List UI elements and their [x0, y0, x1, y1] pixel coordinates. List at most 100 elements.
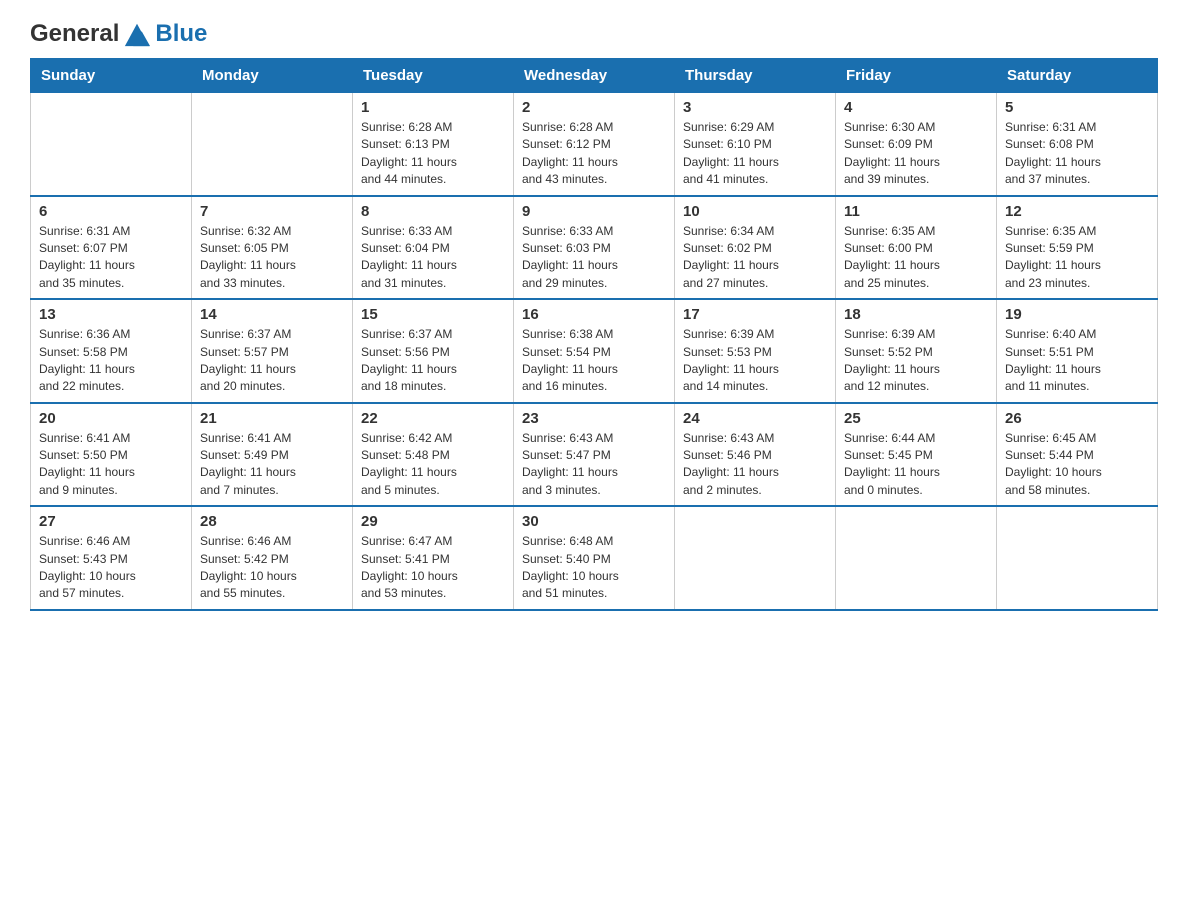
- calendar-cell: 23 Sunrise: 6:43 AM Sunset: 5:47 PM Dayli…: [514, 403, 675, 507]
- day-info: Sunrise: 6:40 AM Sunset: 5:51 PM Dayligh…: [1005, 326, 1149, 396]
- day-info: Sunrise: 6:45 AM Sunset: 5:44 PM Dayligh…: [1005, 430, 1149, 500]
- day-info: Sunrise: 6:33 AM Sunset: 6:03 PM Dayligh…: [522, 223, 666, 293]
- day-info: Sunrise: 6:41 AM Sunset: 5:49 PM Dayligh…: [200, 430, 344, 500]
- calendar-cell: 1Sunrise: 6:28 AM Sunset: 6:13 PM Daylig…: [353, 93, 514, 196]
- calendar-cell: [836, 506, 997, 610]
- logo-icon: [123, 20, 151, 48]
- day-info: Sunrise: 6:34 AM Sunset: 6:02 PM Dayligh…: [683, 223, 827, 293]
- day-number: 7: [200, 203, 344, 220]
- day-info: Sunrise: 6:36 AM Sunset: 5:58 PM Dayligh…: [39, 326, 183, 396]
- calendar-cell: 18Sunrise: 6:39 AM Sunset: 5:52 PM Dayli…: [836, 299, 997, 403]
- calendar-cell: [31, 93, 192, 196]
- calendar-week-row: 6 Sunrise: 6:31 AM Sunset: 6:07 PM Daylig…: [31, 196, 1158, 300]
- day-number: 16: [522, 306, 666, 323]
- calendar-cell: 10Sunrise: 6:34 AM Sunset: 6:02 PM Dayli…: [675, 196, 836, 300]
- calendar-cell: 27 Sunrise: 6:46 AM Sunset: 5:43 PM Dayli…: [31, 506, 192, 610]
- calendar-cell: 22Sunrise: 6:42 AM Sunset: 5:48 PM Dayli…: [353, 403, 514, 507]
- day-number: 12: [1005, 203, 1149, 220]
- calendar-cell: 12 Sunrise: 6:35 AM Sunset: 5:59 PM Dayli…: [997, 196, 1158, 300]
- day-info: Sunrise: 6:31 AM Sunset: 6:07 PM Dayligh…: [39, 223, 183, 293]
- calendar-cell: [192, 93, 353, 196]
- day-info: Sunrise: 6:39 AM Sunset: 5:52 PM Dayligh…: [844, 326, 988, 396]
- day-info: Sunrise: 6:37 AM Sunset: 5:56 PM Dayligh…: [361, 326, 505, 396]
- calendar-cell: 17 Sunrise: 6:39 AM Sunset: 5:53 PM Dayli…: [675, 299, 836, 403]
- day-info: Sunrise: 6:30 AM Sunset: 6:09 PM Dayligh…: [844, 119, 988, 189]
- day-number: 3: [683, 99, 827, 116]
- calendar-table: SundayMondayTuesdayWednesdayThursdayFrid…: [30, 58, 1158, 611]
- logo: General Blue: [30, 20, 207, 48]
- day-info: Sunrise: 6:28 AM Sunset: 6:12 PM Dayligh…: [522, 119, 666, 189]
- day-info: Sunrise: 6:37 AM Sunset: 5:57 PM Dayligh…: [200, 326, 344, 396]
- day-info: Sunrise: 6:29 AM Sunset: 6:10 PM Dayligh…: [683, 119, 827, 189]
- day-info: Sunrise: 6:48 AM Sunset: 5:40 PM Dayligh…: [522, 533, 666, 603]
- day-number: 5: [1005, 99, 1149, 116]
- column-header-sunday: Sunday: [31, 59, 192, 93]
- day-number: 19: [1005, 306, 1149, 323]
- day-number: 8: [361, 203, 505, 220]
- day-number: 20: [39, 410, 183, 427]
- day-number: 13: [39, 306, 183, 323]
- column-header-saturday: Saturday: [997, 59, 1158, 93]
- calendar-week-row: 13 Sunrise: 6:36 AM Sunset: 5:58 PM Dayli…: [31, 299, 1158, 403]
- logo-blue-text: Blue: [155, 20, 207, 48]
- day-info: Sunrise: 6:47 AM Sunset: 5:41 PM Dayligh…: [361, 533, 505, 603]
- day-info: Sunrise: 6:46 AM Sunset: 5:42 PM Dayligh…: [200, 533, 344, 603]
- day-number: 26: [1005, 410, 1149, 427]
- day-info: Sunrise: 6:32 AM Sunset: 6:05 PM Dayligh…: [200, 223, 344, 293]
- calendar-cell: 4 Sunrise: 6:30 AM Sunset: 6:09 PM Daylig…: [836, 93, 997, 196]
- day-number: 4: [844, 99, 988, 116]
- calendar-cell: 28 Sunrise: 6:46 AM Sunset: 5:42 PM Dayli…: [192, 506, 353, 610]
- day-info: Sunrise: 6:43 AM Sunset: 5:47 PM Dayligh…: [522, 430, 666, 500]
- calendar-cell: 29 Sunrise: 6:47 AM Sunset: 5:41 PM Dayli…: [353, 506, 514, 610]
- day-number: 9: [522, 203, 666, 220]
- day-number: 15: [361, 306, 505, 323]
- day-info: Sunrise: 6:31 AM Sunset: 6:08 PM Dayligh…: [1005, 119, 1149, 189]
- column-header-thursday: Thursday: [675, 59, 836, 93]
- calendar-cell: 11 Sunrise: 6:35 AM Sunset: 6:00 PM Dayli…: [836, 196, 997, 300]
- calendar-cell: 9 Sunrise: 6:33 AM Sunset: 6:03 PM Daylig…: [514, 196, 675, 300]
- page-header: General Blue: [30, 20, 1158, 48]
- column-header-wednesday: Wednesday: [514, 59, 675, 93]
- calendar-cell: 5 Sunrise: 6:31 AM Sunset: 6:08 PM Daylig…: [997, 93, 1158, 196]
- day-number: 11: [844, 203, 988, 220]
- day-number: 21: [200, 410, 344, 427]
- day-info: Sunrise: 6:44 AM Sunset: 5:45 PM Dayligh…: [844, 430, 988, 500]
- calendar-cell: [675, 506, 836, 610]
- day-info: Sunrise: 6:35 AM Sunset: 5:59 PM Dayligh…: [1005, 223, 1149, 293]
- day-info: Sunrise: 6:41 AM Sunset: 5:50 PM Dayligh…: [39, 430, 183, 500]
- calendar-cell: 26 Sunrise: 6:45 AM Sunset: 5:44 PM Dayli…: [997, 403, 1158, 507]
- day-number: 22: [361, 410, 505, 427]
- day-number: 24: [683, 410, 827, 427]
- column-header-monday: Monday: [192, 59, 353, 93]
- column-header-friday: Friday: [836, 59, 997, 93]
- day-info: Sunrise: 6:33 AM Sunset: 6:04 PM Dayligh…: [361, 223, 505, 293]
- day-info: Sunrise: 6:39 AM Sunset: 5:53 PM Dayligh…: [683, 326, 827, 396]
- day-number: 2: [522, 99, 666, 116]
- calendar-cell: 24 Sunrise: 6:43 AM Sunset: 5:46 PM Dayli…: [675, 403, 836, 507]
- day-info: Sunrise: 6:43 AM Sunset: 5:46 PM Dayligh…: [683, 430, 827, 500]
- day-number: 17: [683, 306, 827, 323]
- day-number: 27: [39, 513, 183, 530]
- calendar-cell: 15 Sunrise: 6:37 AM Sunset: 5:56 PM Dayli…: [353, 299, 514, 403]
- calendar-cell: 13 Sunrise: 6:36 AM Sunset: 5:58 PM Dayli…: [31, 299, 192, 403]
- day-number: 14: [200, 306, 344, 323]
- day-number: 28: [200, 513, 344, 530]
- day-info: Sunrise: 6:35 AM Sunset: 6:00 PM Dayligh…: [844, 223, 988, 293]
- calendar-week-row: 20 Sunrise: 6:41 AM Sunset: 5:50 PM Dayli…: [31, 403, 1158, 507]
- calendar-cell: 2 Sunrise: 6:28 AM Sunset: 6:12 PM Daylig…: [514, 93, 675, 196]
- calendar-cell: 8 Sunrise: 6:33 AM Sunset: 6:04 PM Daylig…: [353, 196, 514, 300]
- calendar-week-row: 27 Sunrise: 6:46 AM Sunset: 5:43 PM Dayli…: [31, 506, 1158, 610]
- day-number: 23: [522, 410, 666, 427]
- calendar-cell: 30 Sunrise: 6:48 AM Sunset: 5:40 PM Dayli…: [514, 506, 675, 610]
- calendar-cell: 6 Sunrise: 6:31 AM Sunset: 6:07 PM Daylig…: [31, 196, 192, 300]
- day-number: 30: [522, 513, 666, 530]
- day-info: Sunrise: 6:28 AM Sunset: 6:13 PM Dayligh…: [361, 119, 505, 189]
- day-number: 29: [361, 513, 505, 530]
- calendar-cell: 14 Sunrise: 6:37 AM Sunset: 5:57 PM Dayli…: [192, 299, 353, 403]
- calendar-cell: 21 Sunrise: 6:41 AM Sunset: 5:49 PM Dayli…: [192, 403, 353, 507]
- day-number: 6: [39, 203, 183, 220]
- calendar-cell: 3 Sunrise: 6:29 AM Sunset: 6:10 PM Daylig…: [675, 93, 836, 196]
- day-info: Sunrise: 6:46 AM Sunset: 5:43 PM Dayligh…: [39, 533, 183, 603]
- day-info: Sunrise: 6:38 AM Sunset: 5:54 PM Dayligh…: [522, 326, 666, 396]
- calendar-cell: 20 Sunrise: 6:41 AM Sunset: 5:50 PM Dayli…: [31, 403, 192, 507]
